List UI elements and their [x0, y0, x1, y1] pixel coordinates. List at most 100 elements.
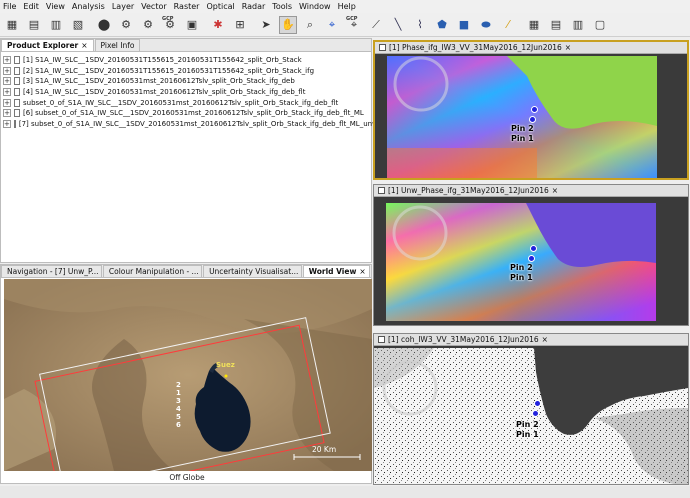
save-product-icon[interactable]: ▥: [47, 16, 65, 34]
menu-vector[interactable]: Vector: [141, 2, 167, 11]
export-icon[interactable]: ⬤: [95, 16, 113, 34]
polygon-tool-icon[interactable]: ⬟: [433, 16, 451, 34]
coherence-image[interactable]: [374, 348, 688, 484]
tile-horizontally-icon[interactable]: ▤: [547, 16, 565, 34]
batch-processing-icon[interactable]: ⚙: [139, 16, 157, 34]
product-node[interactable]: + [4] S1A_IW_SLC__1SDV_20160531mst_201606…: [3, 87, 369, 98]
line-tool-icon[interactable]: ╲: [389, 16, 407, 34]
expand-icon[interactable]: +: [3, 109, 11, 118]
product-node[interactable]: + [7] subset_0_of_S1A_IW_SLC__1SDV_201605…: [3, 119, 403, 130]
expand-icon[interactable]: +: [3, 119, 11, 128]
world-view-map[interactable]: Suez 2 1 3 4 5 6 20 Km: [4, 279, 372, 471]
phase-image[interactable]: [387, 56, 657, 178]
unwrapped-image[interactable]: [386, 203, 656, 321]
pin-marker[interactable]: [530, 245, 537, 252]
expand-icon[interactable]: +: [3, 98, 11, 107]
coherence-image-window[interactable]: [1] coh_IW3_VV_31May2016_12Jun2016 × Pin …: [373, 333, 689, 485]
pin-marker[interactable]: [529, 116, 536, 123]
menu-view[interactable]: View: [46, 2, 65, 11]
product-node[interactable]: + [3] S1A_IW_SLC__1SDV_20160531mst_201606…: [3, 76, 369, 87]
gcp-placing-tool-icon[interactable]: GCP ⌖: [345, 16, 363, 34]
pin-marker[interactable]: [532, 410, 539, 417]
pin-marker[interactable]: [534, 400, 541, 407]
menu-edit[interactable]: Edit: [23, 2, 39, 11]
window-title-bar[interactable]: [1] Unw_Phase_ifg_31May2016_12Jun2016 ×: [374, 185, 688, 197]
pan-tool-icon[interactable]: ✋: [279, 15, 297, 34]
graph-builder-icon[interactable]: ⚙: [117, 16, 135, 34]
tab-label: World View: [308, 267, 357, 276]
window-title-bar[interactable]: [1] coh_IW3_VV_31May2016_12Jun2016 ×: [374, 334, 688, 346]
window-icon: [378, 187, 385, 194]
tab-label: Uncertainty Visualisat...: [209, 267, 299, 276]
zoom-tool-icon[interactable]: ⌕: [301, 16, 319, 34]
menu-help[interactable]: Help: [338, 2, 356, 11]
window-icon: [379, 44, 386, 51]
gcp-tool-icon[interactable]: GCP ⚙: [161, 16, 179, 34]
tab-product-explorer[interactable]: Product Explorer ×: [1, 39, 94, 51]
product-label: subset_0_of_S1A_IW_SLC__1SDV_20160531mst…: [23, 98, 339, 107]
select-tool-icon[interactable]: ➤: [257, 16, 275, 34]
phase-image-window[interactable]: [1] Phase_ifg_IW3_VV_31May2016_12Jun2016…: [373, 40, 689, 180]
close-icon[interactable]: ×: [565, 43, 571, 52]
pin-marker[interactable]: [528, 255, 535, 262]
close-product-icon[interactable]: ▧: [69, 16, 87, 34]
tab-uncertainty[interactable]: Uncertainty Visualisat...: [203, 265, 302, 277]
expand-icon[interactable]: +: [3, 56, 11, 65]
world-map-icon[interactable]: ✱: [209, 16, 227, 34]
tab-colour-manipulation[interactable]: Colour Manipulation - ...: [102, 265, 203, 277]
tile-evenly-icon[interactable]: ▦: [525, 16, 543, 34]
product-icon: [14, 88, 20, 97]
tile-vertically-icon[interactable]: ▥: [569, 16, 587, 34]
coherence-raster: [374, 348, 688, 484]
menu-tools[interactable]: Tools: [272, 2, 292, 11]
ellipse-tool-icon[interactable]: ⬬: [477, 16, 495, 34]
polyline-tool-icon[interactable]: ⌇: [411, 16, 429, 34]
window-title: [1] Phase_ifg_IW3_VV_31May2016_12Jun2016: [389, 43, 562, 52]
menu-raster[interactable]: Raster: [174, 2, 200, 11]
product-node[interactable]: + [2] S1A_IW_SLC__1SDV_20160531T155615_20…: [3, 66, 369, 77]
product-label: [3] S1A_IW_SLC__1SDV_20160531mst_2016061…: [23, 77, 295, 86]
pin-tool-icon[interactable]: ⌖: [323, 16, 341, 34]
pin-manager-icon[interactable]: ⊞: [231, 16, 249, 34]
open-product-icon[interactable]: ▤: [25, 16, 43, 34]
pin-label: Pin 1: [510, 273, 533, 282]
menu-window[interactable]: Window: [299, 2, 331, 11]
product-node[interactable]: + [6] subset_0_of_S1A_IW_SLC__1SDV_201605…: [3, 108, 369, 119]
menu-file[interactable]: File: [3, 2, 16, 11]
unwrapped-image-window[interactable]: [1] Unw_Phase_ifg_31May2016_12Jun2016 × P…: [373, 184, 689, 326]
layer-editor-icon[interactable]: ▣: [183, 16, 201, 34]
close-icon[interactable]: ×: [81, 41, 87, 50]
product-icon: [14, 77, 20, 86]
window-title-bar[interactable]: [1] Phase_ifg_IW3_VV_31May2016_12Jun2016…: [375, 42, 687, 54]
menu-optical[interactable]: Optical: [206, 2, 234, 11]
close-icon[interactable]: ×: [552, 186, 558, 195]
menu-layer[interactable]: Layer: [112, 2, 134, 11]
menu-analysis[interactable]: Analysis: [72, 2, 105, 11]
new-product-icon[interactable]: ▦: [3, 16, 21, 34]
range-finder-icon[interactable]: ⟋: [367, 16, 385, 34]
close-icon[interactable]: ×: [542, 335, 548, 344]
product-tree: + [1] S1A_IW_SLC__1SDV_20160531T155615_20…: [1, 52, 403, 132]
pin-number: 1: [176, 389, 181, 397]
tab-world-view[interactable]: World View ×: [302, 265, 371, 277]
menu-radar[interactable]: Radar: [242, 2, 266, 11]
pin-marker[interactable]: [531, 106, 538, 113]
tab-pixel-info[interactable]: Pixel Info: [94, 39, 141, 51]
magic-wand-icon[interactable]: ⁄: [499, 16, 517, 34]
expand-icon[interactable]: +: [3, 88, 11, 97]
tile-single-icon[interactable]: ▢: [591, 16, 609, 34]
rectangle-tool-icon[interactable]: ■: [455, 16, 473, 34]
unwrapped-raster: [386, 203, 656, 321]
pin-number: 4: [176, 405, 181, 413]
expand-icon[interactable]: +: [3, 77, 11, 86]
product-node[interactable]: + [1] S1A_IW_SLC__1SDV_20160531T155615_20…: [3, 55, 369, 66]
expand-icon[interactable]: +: [3, 66, 11, 75]
pin-number-list: 2 1 3 4 5 6: [176, 381, 184, 429]
pin-number: 5: [176, 413, 181, 421]
pin-label: Pin 1: [511, 134, 534, 143]
tab-label: Colour Manipulation - ...: [108, 267, 199, 276]
close-icon[interactable]: ×: [359, 267, 365, 276]
product-node[interactable]: + subset_0_of_S1A_IW_SLC__1SDV_20160531ms…: [3, 97, 369, 108]
tab-navigation[interactable]: Navigation - [7] Unw_P...: [1, 265, 102, 277]
product-icon: [14, 109, 20, 118]
